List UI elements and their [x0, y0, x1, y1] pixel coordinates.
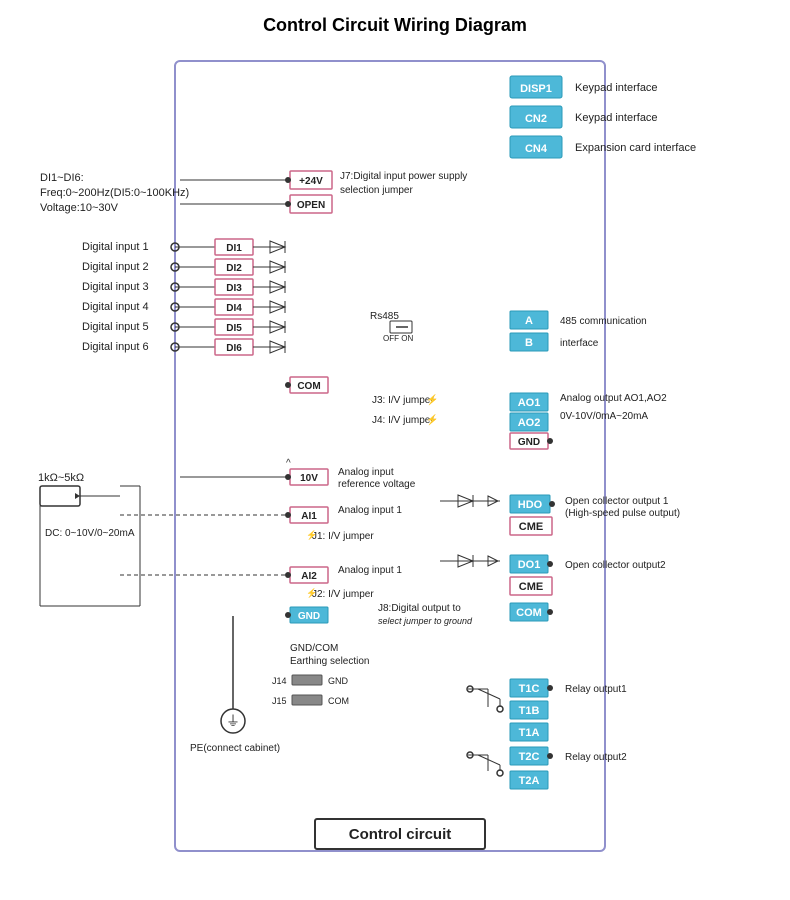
svg-text:Control circuit: Control circuit: [349, 826, 452, 843]
svg-text:T1C: T1C: [519, 683, 540, 695]
svg-text:CN2: CN2: [525, 113, 547, 125]
svg-text:DI2: DI2: [226, 263, 242, 274]
svg-text:Analog input: Analog input: [338, 467, 394, 478]
svg-text:Digital input 4: Digital input 4: [82, 301, 149, 313]
svg-text:AO2: AO2: [518, 417, 541, 429]
svg-text:CME: CME: [519, 581, 543, 593]
svg-text:T1A: T1A: [519, 727, 540, 739]
svg-text:+24V: +24V: [299, 176, 323, 187]
svg-text:Open collector output 1: Open collector output 1: [565, 496, 669, 507]
svg-text:COM: COM: [297, 381, 320, 392]
svg-text:(High-speed pulse output): (High-speed pulse output): [565, 508, 680, 519]
svg-text:B: B: [525, 337, 533, 349]
svg-text:GND: GND: [298, 611, 320, 622]
svg-text:⚡: ⚡: [426, 393, 438, 406]
svg-text:DI4: DI4: [226, 303, 242, 314]
svg-text:CN4: CN4: [525, 143, 548, 155]
svg-text:COM: COM: [328, 696, 349, 706]
svg-text:⏚: ⏚: [226, 713, 240, 729]
svg-text:OPEN: OPEN: [297, 200, 325, 211]
svg-text:DI1~DI6:: DI1~DI6:: [40, 172, 84, 184]
svg-text:DI3: DI3: [226, 283, 242, 294]
svg-text:interface: interface: [560, 338, 599, 349]
svg-text:selection jumper: selection jumper: [340, 185, 413, 196]
svg-text:AI2: AI2: [301, 571, 317, 582]
svg-text:Freq:0~200Hz(DI5:0~100KHz): Freq:0~200Hz(DI5:0~100KHz): [40, 187, 189, 199]
svg-text:Open collector output2: Open collector output2: [565, 560, 666, 571]
svg-text:Rs485: Rs485: [370, 311, 399, 322]
svg-text:DI5: DI5: [226, 323, 242, 334]
svg-text:T1B: T1B: [519, 705, 540, 717]
svg-text:HDO: HDO: [518, 499, 543, 511]
svg-text:⚡: ⚡: [306, 529, 317, 541]
svg-text:Digital input 5: Digital input 5: [82, 321, 149, 333]
page-wrapper: Control Circuit Wiring Diagram DISP1 Key…: [20, 15, 770, 881]
svg-text:⚡: ⚡: [306, 587, 317, 599]
svg-text:J4: I/V jumper: J4: I/V jumper: [372, 415, 434, 426]
svg-text:Analog input 1: Analog input 1: [338, 565, 402, 576]
svg-text:J1: I/V jumper: J1: I/V jumper: [312, 531, 374, 542]
svg-text:Earthing selection: Earthing selection: [290, 656, 370, 667]
svg-text:Relay output1: Relay output1: [565, 684, 627, 695]
svg-text:select jumper to ground: select jumper to ground: [378, 616, 473, 626]
svg-text:reference voltage: reference voltage: [338, 479, 416, 490]
svg-text:DISP1: DISP1: [520, 83, 552, 95]
svg-text:Digital input 3: Digital input 3: [82, 281, 149, 293]
svg-text:J14: J14: [272, 676, 287, 686]
svg-text:DC: 0~10V/0~20mA: DC: 0~10V/0~20mA: [45, 528, 135, 539]
svg-text:Analog input 1: Analog input 1: [338, 505, 402, 516]
svg-text:1kΩ~5kΩ: 1kΩ~5kΩ: [38, 472, 84, 484]
svg-text:Digital input 6: Digital input 6: [82, 341, 149, 353]
svg-text:Keypad interface: Keypad interface: [575, 82, 658, 94]
svg-text:J7:Digital input power supply: J7:Digital input power supply: [340, 171, 467, 182]
svg-text:Relay output2: Relay output2: [565, 752, 627, 763]
svg-text:T2A: T2A: [519, 775, 540, 787]
svg-text:GND: GND: [518, 437, 540, 448]
svg-text:10V: 10V: [300, 473, 318, 484]
svg-text:Digital input 1: Digital input 1: [82, 241, 149, 253]
svg-text:J2: I/V jumper: J2: I/V jumper: [312, 589, 374, 600]
svg-text:J8:Digital output to: J8:Digital output to: [378, 603, 461, 614]
svg-text:DI1: DI1: [226, 243, 242, 254]
wiring-diagram: DISP1 Keypad interface CN2 Keypad interf…: [20, 51, 770, 881]
svg-text:PE(connect cabinet): PE(connect cabinet): [190, 743, 280, 754]
svg-text:OFF ON: OFF ON: [383, 334, 413, 343]
svg-text:DO1: DO1: [518, 559, 541, 571]
svg-text:Analog output AO1,AO2: Analog output AO1,AO2: [560, 393, 667, 404]
svg-text:A: A: [525, 315, 533, 327]
page-title: Control Circuit Wiring Diagram: [20, 15, 770, 36]
svg-text:CME: CME: [519, 521, 543, 533]
svg-text:GND/COM: GND/COM: [290, 643, 338, 654]
svg-text:Keypad interface: Keypad interface: [575, 112, 658, 124]
svg-text:AI1: AI1: [301, 511, 317, 522]
svg-text:GND: GND: [328, 676, 349, 686]
svg-text:Expansion card interface: Expansion card interface: [575, 142, 696, 154]
svg-text:T2C: T2C: [519, 751, 540, 763]
svg-text:^: ^: [286, 458, 291, 469]
svg-text:J15: J15: [272, 696, 287, 706]
svg-text:Digital input 2: Digital input 2: [82, 261, 149, 273]
svg-text:COM: COM: [516, 607, 542, 619]
svg-text:AO1: AO1: [518, 397, 541, 409]
svg-text:DI6: DI6: [226, 343, 242, 354]
svg-text:0V-10V/0mA~20mA: 0V-10V/0mA~20mA: [560, 411, 648, 422]
svg-text:⚡: ⚡: [426, 413, 438, 426]
svg-text:Voltage:10~30V: Voltage:10~30V: [40, 202, 119, 214]
svg-text:J3: I/V jumper: J3: I/V jumper: [372, 395, 434, 406]
svg-text:485 communication: 485 communication: [560, 316, 647, 327]
